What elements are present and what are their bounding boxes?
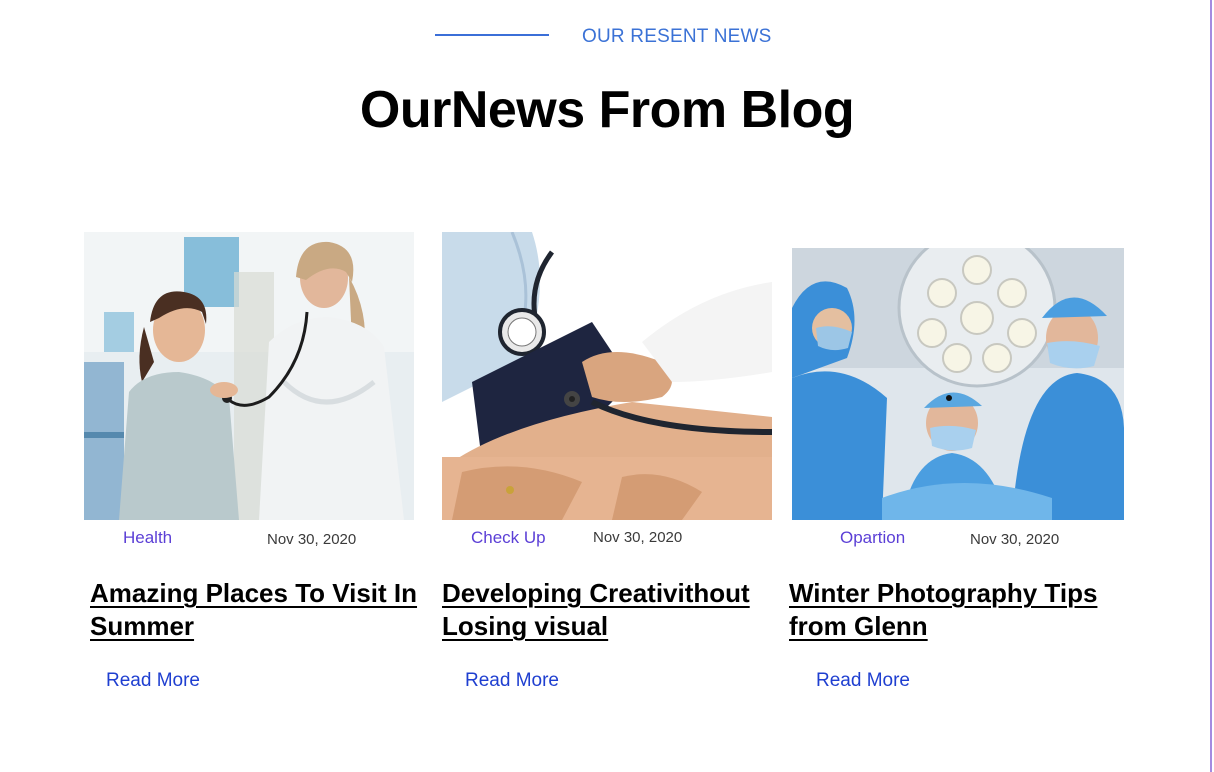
read-more-link[interactable]: Read More [465,670,559,692]
surgery-photo [792,248,1124,520]
read-more-link[interactable]: Read More [816,670,910,692]
post-title[interactable]: Winter Photography Tips from Glenn [789,577,1129,643]
blog-card-image[interactable] [442,232,772,520]
post-date: Nov 30, 2020 [970,531,1060,548]
post-title[interactable]: Developing Creativithout Losing visual [442,577,782,643]
section-tagline: OUR RESENT NEWS [0,24,1214,50]
blood-pressure-photo [442,232,772,520]
post-category[interactable]: Health [123,528,172,548]
tagline-text: OUR RESENT NEWS [582,26,772,47]
blog-card-image[interactable] [792,248,1124,520]
section-title: OurNews From Blog [359,81,855,139]
post-date: Nov 30, 2020 [593,529,683,546]
post-category[interactable]: Check Up [471,528,546,548]
tagline-divider [435,34,549,36]
post-category[interactable]: Opartion [840,528,905,548]
doctor-patient-photo [84,232,414,520]
post-date: Nov 30, 2020 [267,531,357,548]
post-title[interactable]: Amazing Places To Visit In Summer [90,577,420,643]
blog-card-image[interactable] [84,232,414,520]
read-more-link[interactable]: Read More [106,670,200,692]
